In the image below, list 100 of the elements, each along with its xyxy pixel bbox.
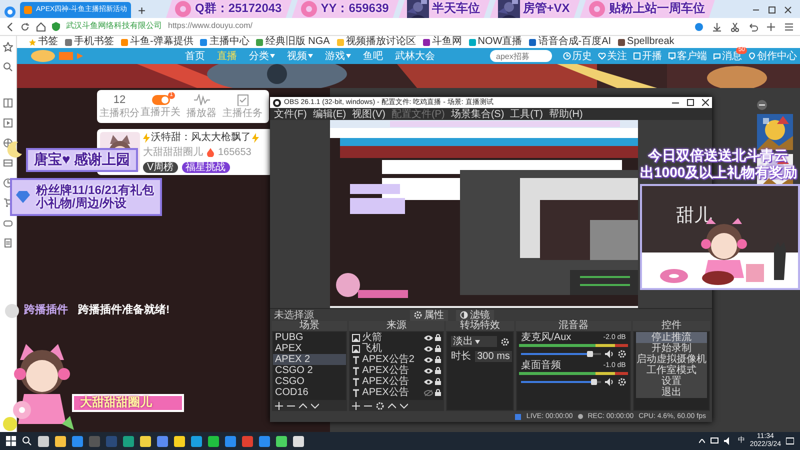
close-icon[interactable] (784, 6, 792, 14)
gamepad-icon[interactable] (3, 218, 13, 228)
scene-item[interactable]: PUBG (273, 332, 346, 343)
maximize-icon[interactable] (768, 6, 776, 14)
menu-item[interactable]: 编辑(E) (312, 108, 346, 120)
eye-icon[interactable] (424, 378, 434, 384)
menu-icon[interactable] (784, 22, 794, 32)
toggle-icon[interactable] (152, 95, 170, 105)
lock-icon[interactable] (435, 367, 442, 374)
down-icon[interactable] (400, 402, 408, 410)
menu-item[interactable]: 视图(V) (352, 108, 386, 120)
app-icon[interactable] (293, 436, 304, 446)
control-button[interactable]: 开始录制 (636, 343, 707, 354)
gear-icon[interactable] (376, 402, 384, 410)
eye-icon[interactable] (424, 356, 434, 362)
maximize-icon[interactable] (687, 99, 694, 106)
collapse-icon[interactable] (757, 100, 767, 110)
app-icon[interactable] (276, 436, 287, 446)
scene-item[interactable]: APEX 2 (273, 354, 346, 365)
add-icon[interactable] (275, 402, 283, 410)
gear-icon[interactable] (618, 378, 626, 386)
scene-item[interactable]: CSGO (273, 376, 346, 387)
menu-item[interactable]: 场景集合(S) (450, 108, 504, 120)
control-button[interactable]: 退出 (636, 387, 707, 398)
app-icon[interactable] (55, 436, 66, 446)
lock-icon[interactable] (435, 334, 442, 341)
bookmark-link[interactable]: NOW直播 (468, 37, 522, 47)
lock-icon[interactable] (435, 389, 442, 396)
lock-icon[interactable] (435, 345, 442, 352)
note-icon[interactable] (3, 238, 13, 248)
gear-icon[interactable] (618, 350, 626, 358)
up-icon[interactable] (299, 402, 307, 410)
app-icon[interactable] (157, 436, 168, 446)
search-field[interactable]: apex招募 (490, 50, 552, 62)
app-icon[interactable] (174, 436, 185, 446)
control-button[interactable]: 启动虚拟摄像机 (636, 354, 707, 365)
app-icon[interactable] (140, 436, 151, 446)
scene-item[interactable]: COD16 (273, 387, 346, 398)
app-icon[interactable] (123, 436, 134, 446)
notification-icon[interactable] (786, 437, 794, 445)
menu-item[interactable]: 帮助(H) (548, 108, 583, 120)
video-icon[interactable] (3, 118, 13, 128)
source-item[interactable]: 火箭 (362, 332, 422, 343)
up-icon[interactable] (388, 402, 396, 410)
menu-item[interactable]: 文件(F) (274, 108, 307, 120)
eye-icon[interactable] (424, 346, 434, 352)
bookmark-link[interactable]: Spellbreak (618, 37, 674, 47)
bookmark-link[interactable]: 视频播放讨论区 (336, 37, 416, 47)
toolbar-button[interactable]: 属性 (410, 310, 448, 320)
bookmark-link[interactable]: 手机书签 (65, 37, 114, 47)
eye-off-icon[interactable] (424, 390, 434, 396)
source-item[interactable]: APEX公告 (362, 376, 422, 387)
transition-select[interactable]: 淡出 (451, 336, 498, 347)
bookmark-link[interactable]: 书签 (29, 37, 58, 47)
reload-icon[interactable] (20, 22, 30, 32)
app-icon[interactable] (191, 436, 202, 446)
source-item[interactable]: APEX公告 (362, 387, 422, 398)
slider-handle[interactable] (586, 351, 593, 357)
scene-item[interactable]: APEX (273, 343, 346, 354)
menu-item[interactable]: 工具(T) (510, 108, 543, 120)
source-item[interactable]: APEX公告 (362, 365, 422, 376)
eye-icon[interactable] (424, 368, 434, 374)
duration-field[interactable]: 300 ms (475, 351, 512, 362)
lock-icon[interactable] (435, 356, 442, 363)
source-item[interactable]: APEX公告2 (362, 354, 422, 365)
book-icon[interactable] (3, 98, 13, 108)
home-icon[interactable] (36, 22, 46, 32)
scene-item[interactable]: CSGO 2 (273, 365, 346, 376)
control-button[interactable]: 设置 (636, 376, 707, 387)
bookmark-link[interactable]: 斗鱼-弹幕提供 (121, 37, 194, 47)
start-icon[interactable] (6, 436, 16, 446)
star-icon[interactable] (3, 42, 13, 52)
source-item[interactable]: 飞机 (362, 343, 422, 354)
back-icon[interactable] (6, 22, 14, 32)
slider-handle[interactable] (591, 379, 598, 385)
down-icon[interactable] (311, 402, 319, 410)
toolbar-button[interactable]: 滤镜 (456, 310, 494, 320)
globe-icon[interactable] (3, 138, 13, 148)
scissors-icon[interactable] (730, 22, 740, 32)
close-icon[interactable] (702, 99, 709, 106)
caret-icon[interactable] (698, 439, 705, 443)
address-field[interactable]: https://www.douyu.com/ (168, 22, 252, 31)
network-icon[interactable] (710, 437, 719, 445)
speaker-icon[interactable] (604, 378, 614, 386)
gear-icon[interactable] (501, 338, 510, 346)
speaker-icon[interactable] (604, 350, 614, 358)
plus-icon[interactable] (766, 22, 776, 32)
bookmark-link[interactable]: 经典旧版 NGA (256, 37, 330, 47)
app-icon[interactable] (38, 436, 49, 446)
app-icon[interactable] (208, 436, 219, 446)
bookmark-link[interactable]: 斗鱼网 (422, 37, 462, 47)
search-icon[interactable] (22, 436, 32, 446)
lock-icon[interactable] (435, 378, 442, 385)
extension-icon[interactable] (694, 22, 704, 32)
download-icon[interactable] (712, 22, 722, 32)
new-tab-button[interactable]: + (135, 4, 149, 18)
card-icon[interactable] (3, 158, 13, 168)
add-icon[interactable] (352, 402, 360, 410)
undo-icon[interactable] (748, 22, 758, 32)
control-button[interactable]: 工作室模式 (636, 365, 707, 376)
